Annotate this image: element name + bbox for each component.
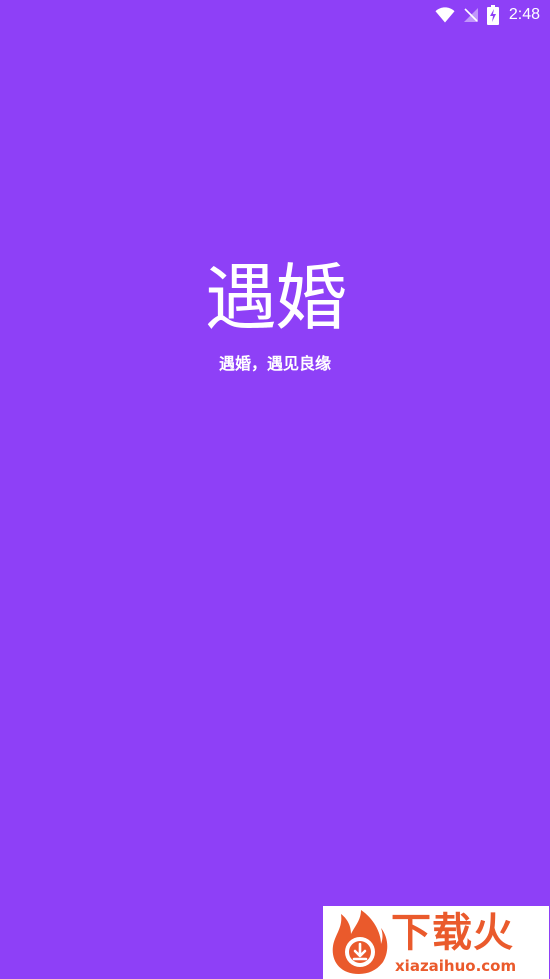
battery-charging-icon [486,5,499,25]
status-bar: 2:48 [0,0,550,30]
no-signal-icon [463,7,479,23]
wifi-icon [435,7,455,23]
app-slogan: 遇婚，遇见良缘 [218,354,331,373]
watermark-brand: 下载火 [391,910,514,956]
flame-download-icon [327,908,391,979]
app-logo: 遇婚 [205,256,347,340]
watermark-domain: xiazaihuo.com [395,957,517,975]
status-icons: 2:48 [435,5,540,25]
status-time: 2:48 [508,6,540,23]
watermark-banner: 下载火 xiazaihuo.com [323,906,549,979]
